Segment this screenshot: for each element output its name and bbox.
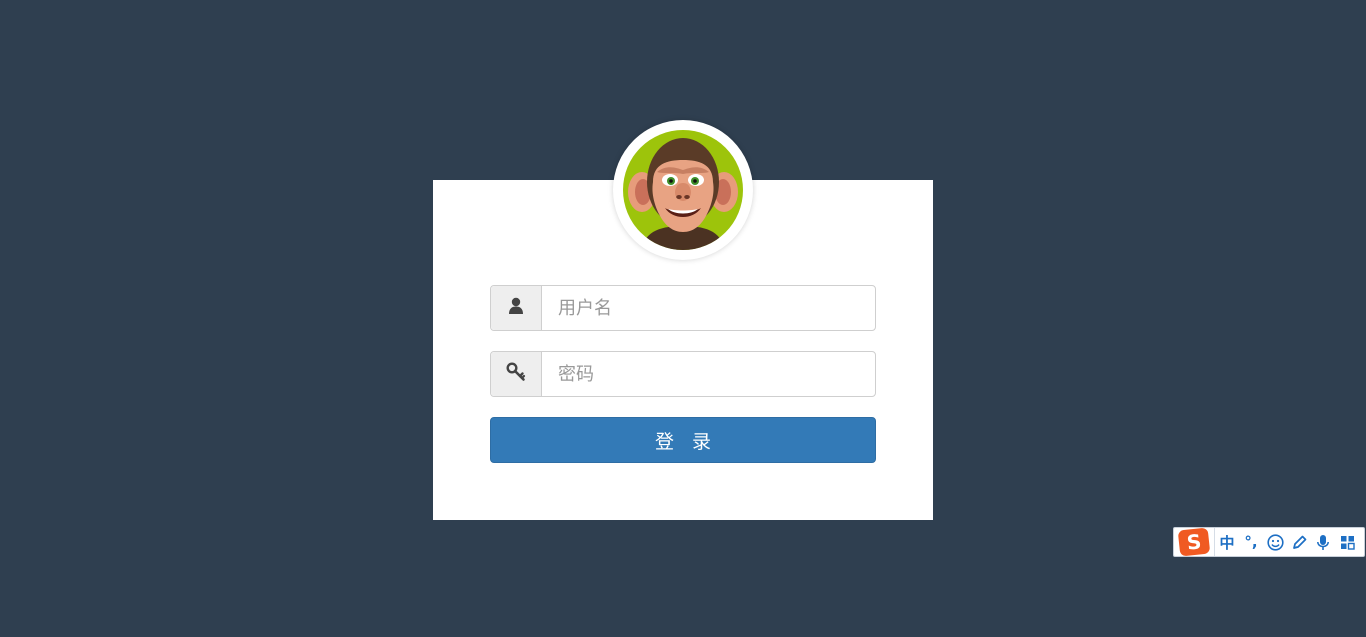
- username-input[interactable]: [542, 286, 875, 330]
- ime-punctuation-toggle[interactable]: °,: [1239, 528, 1263, 556]
- password-input[interactable]: [542, 352, 875, 396]
- microphone-icon[interactable]: [1311, 528, 1335, 556]
- password-field-group: [490, 351, 876, 397]
- key-icon: [506, 362, 526, 386]
- ime-logo-icon: S: [1177, 527, 1211, 557]
- login-page: 登 录: [0, 0, 1366, 637]
- user-icon: [508, 297, 524, 319]
- avatar-frame: [613, 120, 753, 260]
- emoji-icon[interactable]: [1263, 528, 1287, 556]
- ime-logo[interactable]: S: [1174, 527, 1215, 557]
- password-addon: [491, 352, 542, 396]
- ime-mode-toggle[interactable]: 中: [1215, 528, 1239, 556]
- username-field-group: [490, 285, 876, 331]
- login-button[interactable]: 登 录: [490, 417, 876, 463]
- toolbox-grid-icon[interactable]: [1335, 528, 1359, 556]
- ime-toolbar: S 中 °,: [1173, 527, 1365, 557]
- username-addon: [491, 286, 542, 330]
- monkey-avatar: [623, 130, 743, 250]
- handwriting-pen-icon[interactable]: [1287, 528, 1311, 556]
